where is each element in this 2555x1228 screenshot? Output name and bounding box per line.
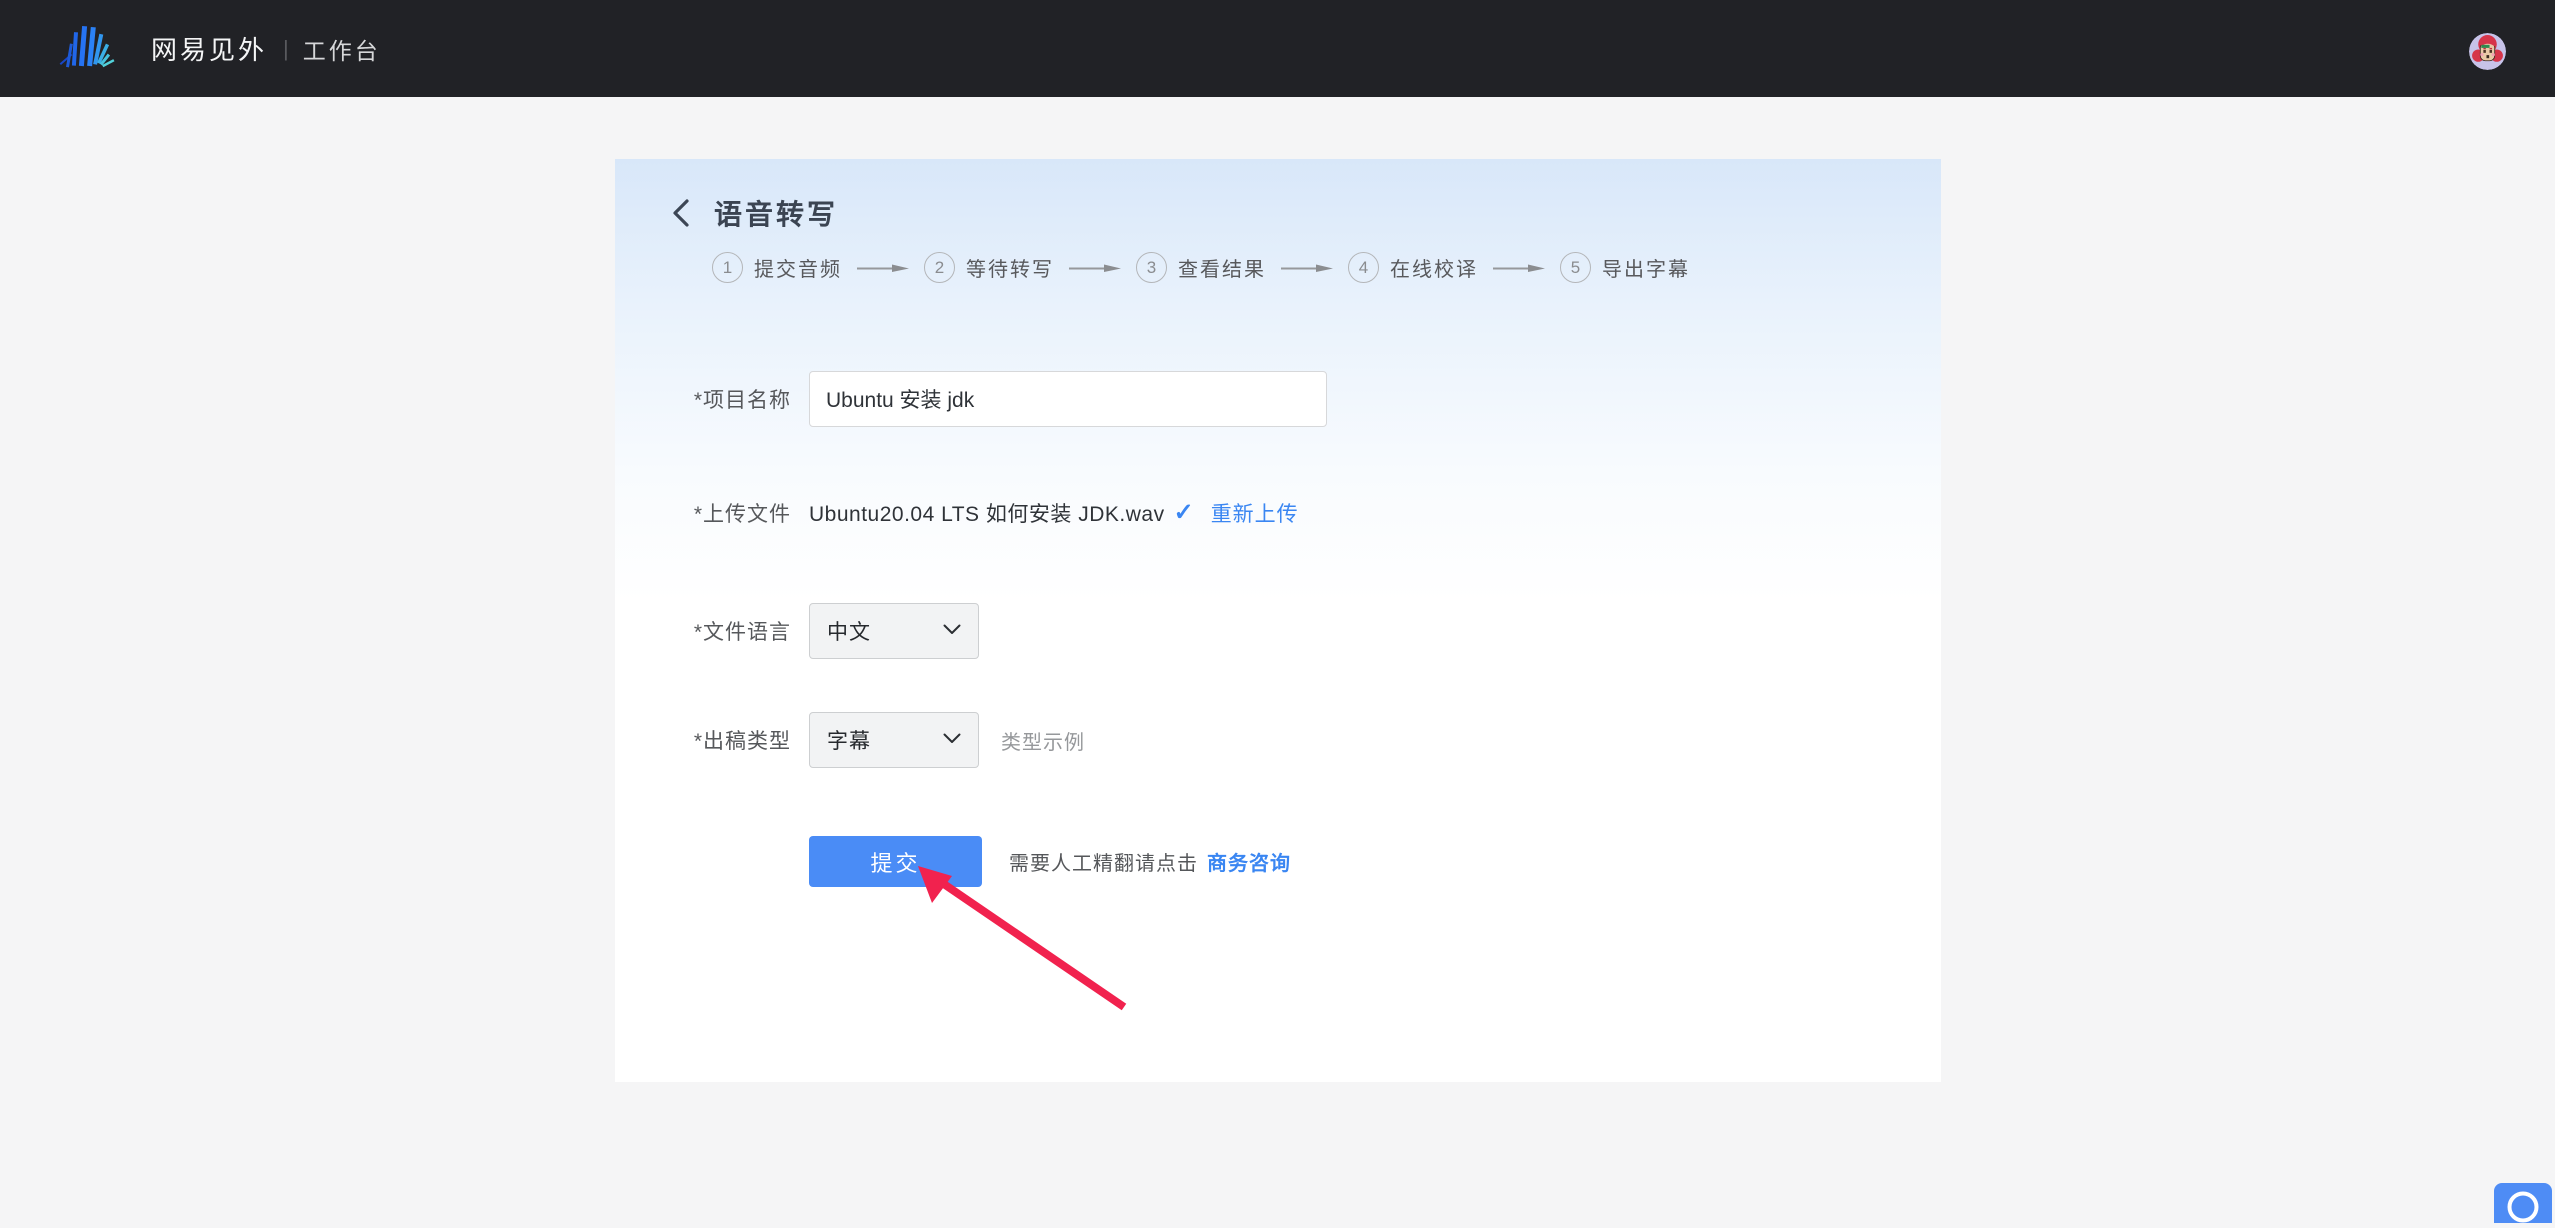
chevron-down-icon (943, 622, 961, 640)
brand-home-link[interactable]: 网易见外 | 工作台 (55, 0, 381, 97)
manual-translation-note: 需要人工精翻请点击 (1009, 847, 1198, 876)
speech-transcription-card: 语音转写 1 提交音频 2 等待转写 3 查看结果 4 在线校译 (615, 159, 1941, 1082)
business-consult-link[interactable]: 商务咨询 (1207, 847, 1291, 876)
draft-type-row: *出稿类型 字幕 类型示例 (615, 712, 1941, 768)
step-number: 4 (1348, 252, 1379, 283)
project-name-label: *项目名称 (615, 384, 791, 414)
step-label: 提交音频 (754, 253, 842, 282)
draft-type-label: *出稿类型 (615, 725, 791, 755)
step-arrow-icon (1069, 262, 1121, 274)
file-language-value: 中文 (827, 616, 871, 646)
customer-service-widget[interactable] (2494, 1183, 2552, 1223)
brand-name: 网易见外 (151, 30, 267, 67)
reupload-link[interactable]: 重新上传 (1211, 498, 1299, 528)
type-example-link[interactable]: 类型示例 (1001, 726, 1085, 755)
step-number: 1 (712, 252, 743, 283)
upload-file-label: *上传文件 (615, 498, 791, 528)
upload-success-check-icon: ✓ (1174, 501, 1194, 525)
step-arrow-icon (857, 262, 909, 274)
step-label: 等待转写 (966, 253, 1054, 282)
project-name-input[interactable] (809, 371, 1327, 427)
chevron-down-icon (943, 731, 961, 749)
step-label: 查看结果 (1178, 253, 1266, 282)
file-language-label: *文件语言 (615, 616, 791, 646)
step-number: 2 (924, 252, 955, 283)
step-item-3: 3 查看结果 (1136, 252, 1266, 283)
user-avatar[interactable] (2469, 33, 2506, 70)
file-language-row: *文件语言 中文 (615, 603, 1941, 659)
draft-type-value: 字幕 (827, 725, 871, 755)
jianwai-logo-icon (55, 24, 151, 74)
page-title: 语音转写 (714, 193, 838, 233)
step-number: 3 (1136, 252, 1167, 283)
brand-divider: | (283, 36, 289, 62)
step-arrow-icon (1281, 262, 1333, 274)
top-navbar: 网易见外 | 工作台 (0, 0, 2555, 97)
project-name-row: *项目名称 (615, 371, 1941, 427)
submit-row: 提交 需要人工精翻请点击 商务咨询 (615, 836, 1941, 887)
step-label: 导出字幕 (1602, 253, 1690, 282)
workspace-label: 工作台 (303, 32, 381, 66)
step-item-4: 4 在线校译 (1348, 252, 1478, 283)
draft-type-select[interactable]: 字幕 (809, 712, 979, 768)
uploaded-filename: Ubuntu20.04 LTS 如何安装 JDK.wav (809, 498, 1165, 528)
upload-file-row: *上传文件 Ubuntu20.04 LTS 如何安装 JDK.wav ✓ 重新上… (615, 497, 1941, 529)
title-row: 语音转写 (670, 193, 838, 233)
step-label: 在线校译 (1390, 253, 1478, 282)
step-arrow-icon (1493, 262, 1545, 274)
step-item-2: 2 等待转写 (924, 252, 1054, 283)
submit-button[interactable]: 提交 (809, 836, 982, 887)
back-icon[interactable] (670, 197, 696, 229)
steps-bar: 1 提交音频 2 等待转写 3 查看结果 4 在线校译 (712, 252, 1690, 283)
step-number: 5 (1560, 252, 1591, 283)
step-item-5: 5 导出字幕 (1560, 252, 1690, 283)
step-item-1: 1 提交音频 (712, 252, 842, 283)
file-language-select[interactable]: 中文 (809, 603, 979, 659)
